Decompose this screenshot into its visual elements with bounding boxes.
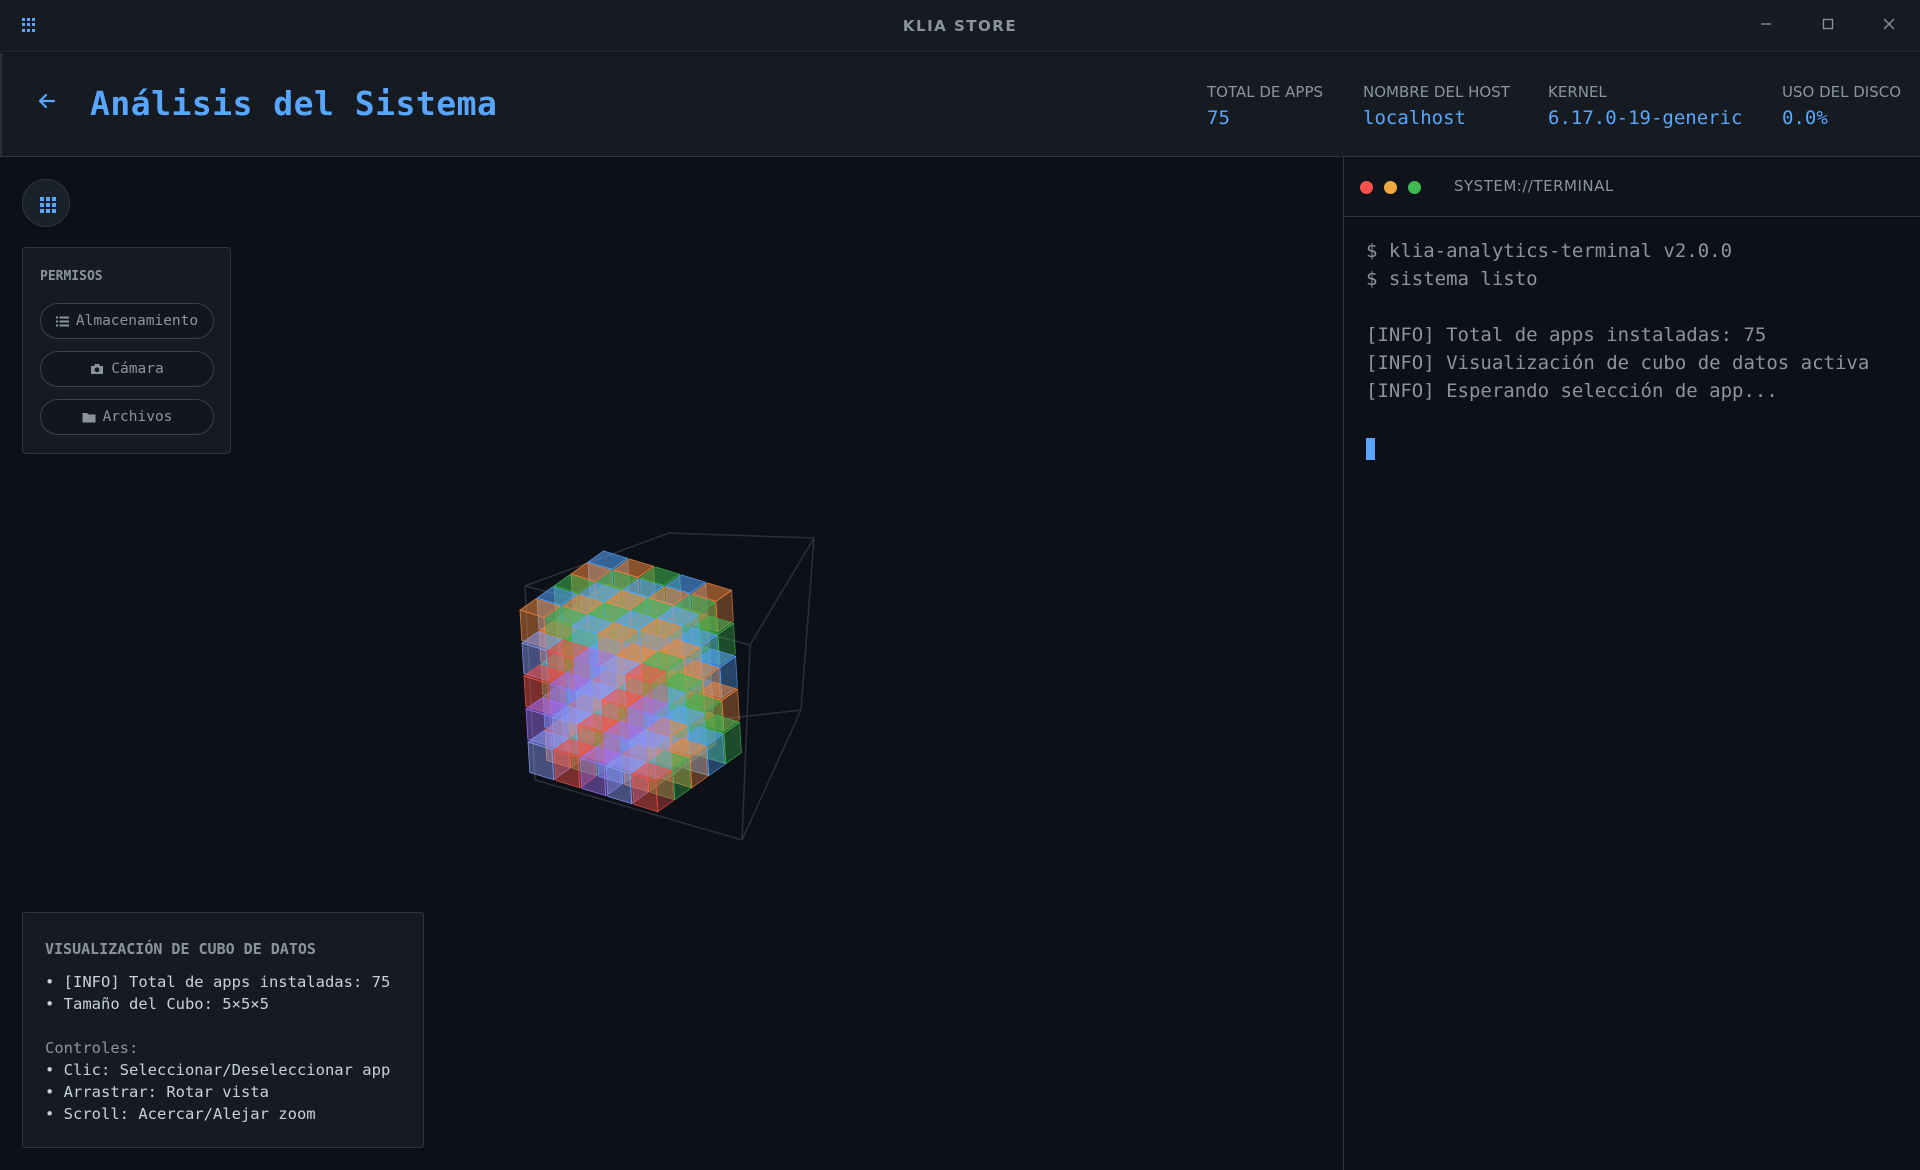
stat-value: 75 — [1207, 107, 1230, 129]
stat-hostname: NOMBRE DEL HOST localhost — [1363, 83, 1510, 129]
data-cube-visualization[interactable] — [480, 480, 840, 860]
permission-files-button[interactable]: Archivos — [40, 399, 214, 435]
terminal-line: [INFO] Esperando selección de app... — [1366, 380, 1778, 402]
permission-label: Almacenamiento — [75, 313, 199, 329]
stat-kernel: KERNEL 6.17.0-19-generic — [1548, 83, 1742, 129]
title-bar: KLIA STORE — [0, 0, 1920, 52]
terminal-line: $ klia-analytics-terminal v2.0.0 — [1366, 240, 1733, 262]
close-icon[interactable] — [1876, 14, 1902, 38]
stat-value: 0.0% — [1782, 107, 1828, 129]
control-line: • Clic: Seleccionar/Deseleccionar app — [45, 1061, 391, 1079]
permissions-title: PERMISOS — [40, 269, 103, 284]
cube-cells — [519, 550, 742, 813]
maximize-icon[interactable] — [1815, 14, 1841, 38]
terminal-minimize-dot — [1384, 181, 1397, 194]
permission-label: Cámara — [111, 361, 164, 377]
back-arrow-icon[interactable] — [36, 90, 60, 114]
camera-icon — [90, 363, 104, 375]
terminal-header: SYSTEM://TERMINAL — [1344, 157, 1920, 217]
page-title: Análisis del Sistema — [90, 84, 498, 123]
page-header: Análisis del Sistema TOTAL DE APPS 75 NO… — [0, 53, 1920, 157]
stat-label: KERNEL — [1548, 83, 1607, 101]
stat-total-apps: TOTAL DE APPS 75 — [1207, 83, 1323, 129]
cube-info-panel: VISUALIZACIÓN DE CUBO DE DATOS • [INFO] … — [22, 912, 424, 1148]
stat-label: USO DEL DISCO — [1782, 83, 1902, 101]
permission-camera-button[interactable]: Cámara — [40, 351, 214, 387]
cube-cell[interactable] — [631, 762, 674, 813]
stat-label: NOMBRE DEL HOST — [1363, 83, 1510, 101]
folder-icon — [82, 412, 96, 423]
view-grid-button[interactable] — [22, 179, 70, 227]
window-title: KLIA STORE — [902, 17, 1018, 35]
terminal-maximize-dot — [1408, 181, 1421, 194]
list-icon — [55, 316, 69, 327]
stat-disk-usage: USO DEL DISCO 0.0% — [1782, 83, 1901, 129]
permissions-panel: PERMISOS Almacenamiento Cámara Archivos — [22, 247, 231, 454]
stat-label: TOTAL DE APPS — [1207, 83, 1324, 101]
control-line: • Arrastrar: Rotar vista — [45, 1083, 269, 1101]
terminal-cursor — [1366, 438, 1375, 460]
terminal-line: [INFO] Total de apps instaladas: 75 — [1366, 324, 1767, 346]
info-title: VISUALIZACIÓN DE CUBO DE DATOS — [45, 940, 316, 958]
minimize-icon[interactable] — [1753, 14, 1779, 38]
grid-icon — [40, 197, 56, 213]
controls-label: Controles: — [45, 1039, 139, 1057]
terminal-line: $ sistema listo — [1366, 268, 1538, 290]
control-line: • Scroll: Acercar/Alejar zoom — [45, 1105, 316, 1123]
info-line: • [INFO] Total de apps instaladas: 75 — [45, 973, 391, 991]
terminal-title: SYSTEM://TERMINAL — [1454, 177, 1614, 195]
terminal-close-dot — [1360, 181, 1373, 194]
stat-value: 6.17.0-19-generic — [1548, 107, 1743, 129]
system-terminal: SYSTEM://TERMINAL $ klia-analytics-termi… — [1343, 157, 1920, 1170]
stat-value: localhost — [1363, 107, 1466, 129]
permission-label: Archivos — [102, 409, 173, 425]
permission-storage-button[interactable]: Almacenamiento — [40, 303, 214, 339]
info-line: • Tamaño del Cubo: 5×5×5 — [45, 995, 269, 1013]
terminal-line: [INFO] Visualización de cubo de datos ac… — [1366, 352, 1870, 374]
